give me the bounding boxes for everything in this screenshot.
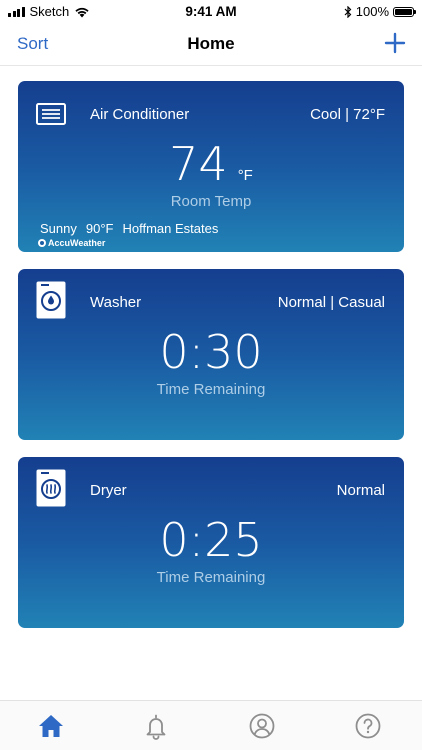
accuweather-logo: AccuWeather: [38, 238, 105, 248]
washer-icon: [36, 281, 66, 319]
time-remaining-label: Time Remaining: [156, 569, 266, 586]
account-icon[interactable]: [248, 712, 276, 740]
weather-location: Hoffman Estates: [122, 221, 219, 236]
bluetooth-icon: [344, 5, 352, 18]
air-conditioner-icon: [36, 103, 66, 125]
battery-percent: 100%: [355, 4, 389, 19]
plus-icon[interactable]: [382, 30, 408, 56]
nav-bar: Sort Home: [0, 24, 422, 66]
battery-icon: [393, 6, 416, 17]
room-temp-value: 74: [169, 137, 228, 191]
weather-condition: Sunny: [40, 221, 77, 236]
help-icon[interactable]: [354, 712, 382, 740]
time-remaining-label: Time Remaining: [156, 381, 266, 398]
status-bar: Sketch 9:41 AM 100%: [0, 0, 422, 24]
device-mode: Normal: [336, 482, 385, 499]
device-name: Air Conditioner: [90, 106, 190, 123]
accuweather-label: AccuWeather: [48, 238, 106, 248]
air-conditioner-card[interactable]: Air Conditioner Cool | 72°F 74 °F Room Te…: [18, 81, 404, 252]
washer-card[interactable]: Washer Normal | Casual 0:30 Time Remaini…: [18, 269, 404, 440]
weather-info: Sunny 90°F Hoffman Estates: [40, 221, 218, 236]
room-temp-readout: 74 °F: [18, 141, 404, 187]
weather-temp: 90°F: [85, 221, 114, 236]
home-icon[interactable]: [37, 712, 65, 740]
dryer-card[interactable]: Dryer Normal 0:25 Time Remaining: [18, 457, 404, 628]
device-name: Washer: [90, 294, 142, 311]
device-mode: Cool | 72°F: [310, 106, 385, 123]
tab-bar: [0, 700, 422, 750]
dryer-icon: [36, 469, 66, 507]
page-title: Home: [187, 34, 235, 53]
bell-icon[interactable]: [142, 712, 170, 740]
device-mode: Normal | Casual: [277, 294, 385, 311]
time-remaining-value: 0:25: [159, 513, 263, 567]
temp-unit: °F: [237, 167, 253, 184]
time-remaining-value: 0:30: [159, 325, 263, 379]
accuweather-icon: [38, 239, 46, 247]
device-name: Dryer: [90, 482, 127, 499]
status-right: 100%: [344, 4, 416, 19]
room-temp-label: Room Temp: [170, 193, 252, 210]
